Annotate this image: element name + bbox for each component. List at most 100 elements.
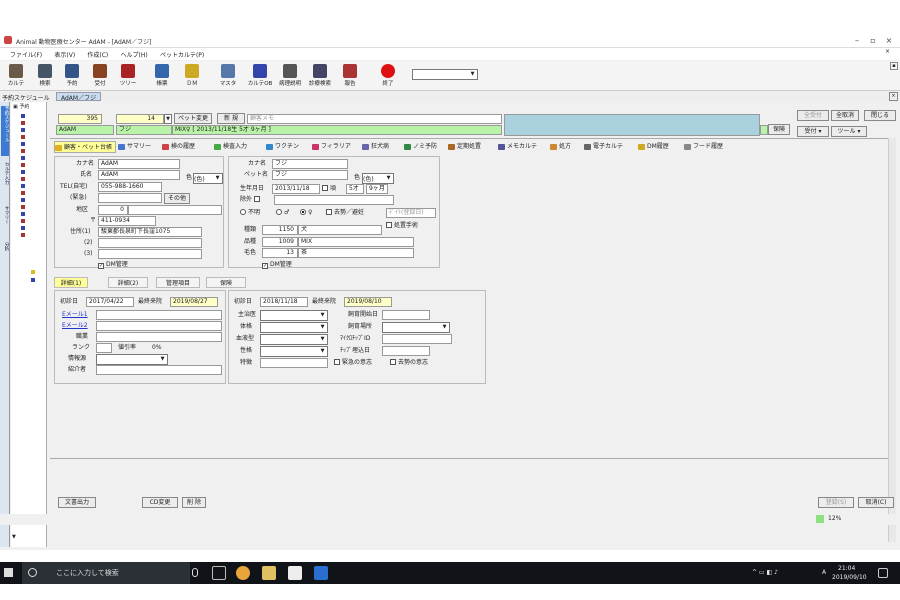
tree-node[interactable] (21, 184, 25, 188)
pet-no-field[interactable]: 14 (116, 114, 164, 124)
exclude-date-field[interactable] (274, 195, 394, 205)
breadcrumb-schedule[interactable]: 予約スケジュール (2, 93, 50, 102)
cd-change-button[interactable]: CD変更 (142, 497, 178, 508)
tree-node[interactable] (21, 121, 25, 125)
mobile-field[interactable] (98, 193, 162, 203)
client-kana-field[interactable]: AdAM (98, 159, 180, 169)
left-nav-analysis[interactable]: 分析 (1, 242, 9, 266)
vertical-scrollbar[interactable] (888, 138, 896, 542)
tree-root[interactable]: ▣ 予約 (13, 103, 29, 110)
breadcrumb-current[interactable]: AdAM／フジ (56, 92, 102, 102)
subtab-insurance[interactable]: 保険 (206, 277, 246, 288)
body-select[interactable]: ▼ (260, 322, 328, 333)
tab-dm-history[interactable]: DM履歴 (638, 141, 669, 153)
microchip-field[interactable] (382, 334, 452, 344)
menu-pet-chart[interactable]: ペットカルテ(P) (160, 50, 204, 59)
sex-unknown-radio[interactable]: 不明 (240, 209, 260, 217)
cancel-button[interactable]: 取消(C) (858, 497, 894, 508)
species-name-field[interactable]: 犬 (298, 225, 382, 235)
toolbar-chart-button[interactable]: カルテ (2, 62, 30, 90)
age-years-field[interactable]: 5才 (346, 184, 364, 194)
feed-place-select[interactable]: ▼ (382, 322, 450, 333)
task-view-icon[interactable] (212, 566, 226, 580)
tree-node[interactable] (21, 163, 25, 167)
left-nav-chart-input[interactable]: カルテ入力 (1, 162, 9, 202)
tab-summary[interactable]: サマリー (118, 141, 151, 153)
reception-dropdown[interactable]: 受付 ▾ (797, 126, 829, 137)
tab-regular-care[interactable]: 定期処置 (448, 141, 481, 153)
toolbar-search-button[interactable]: 検索 (31, 62, 59, 90)
client-id-field[interactable]: 395 (58, 114, 102, 124)
birth-estimate-checkbox[interactable]: 頃 (322, 185, 336, 193)
accept-all-button[interactable]: 全受付 (797, 110, 829, 121)
chip-date-field[interactable] (382, 346, 430, 356)
toolbar-pathology-button[interactable]: 病理説明 (276, 62, 304, 90)
toolbar-combo[interactable]: ▼ (412, 69, 478, 80)
tab-filaria[interactable]: フィラリア (312, 141, 351, 153)
note-field[interactable] (260, 358, 328, 368)
toolbar-tree-button[interactable]: ツリー (114, 62, 142, 90)
tab-client-pet[interactable]: 顧客・ペット台帳 (54, 141, 116, 153)
tree-node[interactable] (31, 270, 35, 274)
close-form-button[interactable]: 閉じる (864, 110, 896, 121)
client-color-select[interactable]: (色) ▼ (193, 173, 223, 184)
address2-field[interactable] (98, 238, 202, 248)
insurance-button[interactable]: 保険 (768, 124, 790, 135)
taskbar-search[interactable]: ここに入力して検索 (22, 562, 198, 584)
blood-type-select[interactable]: ▼ (260, 334, 328, 345)
toolbar-reception-button[interactable]: 受付 (86, 62, 114, 90)
tree-node[interactable] (21, 142, 25, 146)
tree-node[interactable] (21, 128, 25, 132)
neuter-intent-checkbox[interactable]: 去勢の意志 (390, 359, 428, 367)
email2-link[interactable]: Eメール2 (62, 322, 88, 330)
pet-first-visit-field[interactable]: 2018/11/18 (260, 297, 308, 307)
maximize-button[interactable]: ▫ (866, 36, 880, 46)
breed-name-field[interactable]: MIX (298, 237, 414, 247)
tree-node[interactable] (21, 233, 25, 237)
register-button[interactable]: 登録(S) (818, 497, 854, 508)
tree-node[interactable] (21, 156, 25, 160)
emergency-checkbox[interactable]: 緊急の意志 (334, 359, 372, 367)
feed-start-field[interactable] (382, 310, 430, 320)
tab-memo-chart[interactable]: メモカルテ (498, 141, 537, 153)
pet-no-dropdown[interactable]: ▼ (164, 114, 172, 124)
toolbar-exit-button[interactable]: 終了 (374, 62, 402, 90)
file-explorer-icon[interactable] (262, 566, 276, 580)
animal-app-icon[interactable] (288, 566, 302, 580)
close-button[interactable]: × (882, 36, 896, 46)
client-dm-checkbox[interactable]: ✓ DM管理 (98, 261, 128, 269)
menu-help[interactable]: ヘルプ(H) (121, 50, 148, 59)
tel-field[interactable]: 055-988-1660 (98, 182, 162, 192)
pet-name-field[interactable]: フジ (272, 170, 348, 180)
toolbar-chart-ob-button[interactable]: カルテOB (246, 62, 274, 90)
pet-dm-checkbox[interactable]: ✓ DM管理 (262, 261, 292, 269)
coat-name-field[interactable]: 茶 (298, 248, 414, 258)
tab-vaccine[interactable]: ワクチン (266, 141, 299, 153)
tree-node[interactable] (21, 212, 25, 216)
tree-node[interactable] (21, 219, 25, 223)
toolbar-dm-button[interactable]: ＤＭ (178, 62, 206, 90)
tree-node[interactable] (21, 198, 25, 202)
birth-field[interactable]: 2013/11/18 (272, 184, 320, 194)
other-contact-button[interactable]: その他 (164, 193, 190, 204)
toolbar-report-button[interactable]: 報告 (336, 62, 364, 90)
address3-field[interactable] (98, 249, 202, 259)
tree-node[interactable] (21, 149, 25, 153)
tree-node[interactable] (21, 191, 25, 195)
new-button[interactable]: 新 規 (217, 113, 245, 124)
breed-code-field[interactable]: 1009 (262, 237, 298, 247)
pet-color-select[interactable]: (色) ▼ (362, 173, 394, 184)
menu-view[interactable]: 表示(V) (54, 50, 75, 59)
sex-male-radio[interactable]: ♂ (276, 209, 289, 217)
tree-node[interactable] (21, 177, 25, 181)
email1-field[interactable] (96, 310, 222, 320)
subtab-management[interactable]: 管理項目 (156, 277, 200, 288)
tab-rabies[interactable]: 狂犬病 (362, 141, 389, 153)
age-months-field[interactable]: 9ヶ月 (366, 184, 388, 194)
client-name-field[interactable]: AdAM (98, 170, 180, 180)
cancel-all-button[interactable]: 全取消 (831, 110, 859, 121)
job-field[interactable] (96, 332, 222, 342)
notification-icon[interactable] (878, 568, 888, 578)
info-source-select[interactable]: ▼ (96, 354, 168, 365)
mdi-close-button[interactable]: × (885, 48, 890, 55)
